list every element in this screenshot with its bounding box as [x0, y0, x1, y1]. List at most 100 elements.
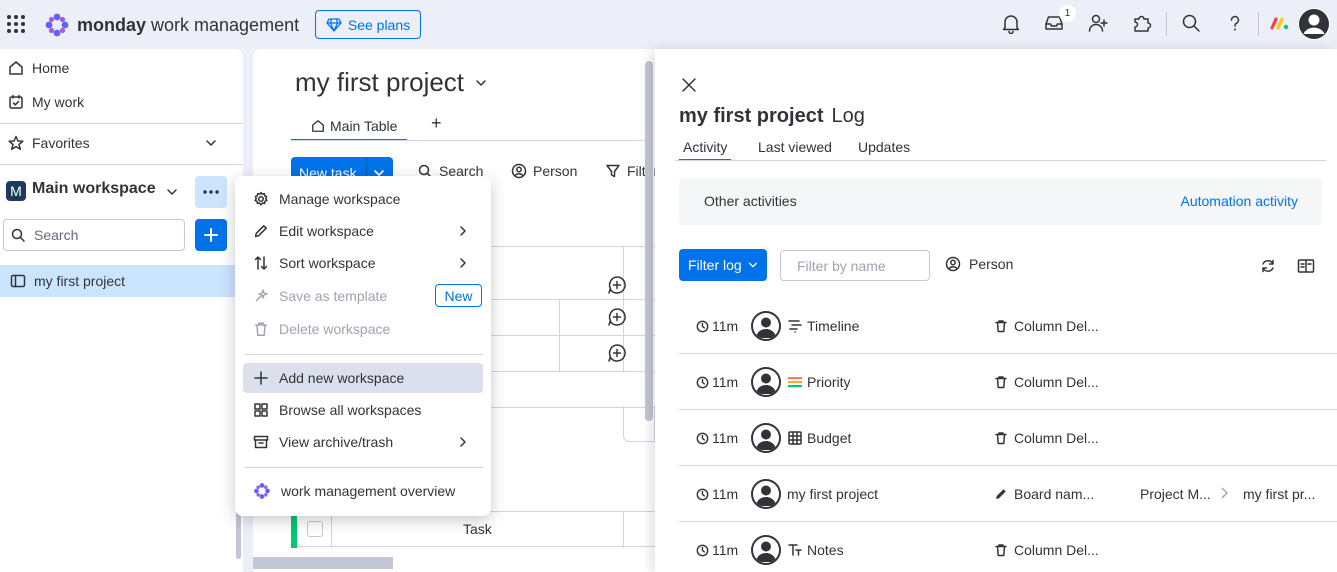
workspace-selector[interactable]: M	[6, 177, 26, 205]
workspace-chevron-down-icon[interactable]	[166, 186, 178, 198]
monday-logo-icon	[253, 482, 271, 500]
person-icon	[945, 256, 961, 272]
automation-activity-link[interactable]: Automation activity	[1181, 193, 1299, 209]
menu-item-label: Delete workspace	[279, 321, 391, 337]
menu-item-sort-workspace[interactable]: Sort workspace	[243, 248, 483, 278]
menu-item-delete-workspace[interactable]: Delete workspace	[243, 314, 483, 344]
help-icon[interactable]	[1224, 12, 1246, 34]
invite-members-icon[interactable]	[1087, 12, 1109, 34]
sidebar-search-input[interactable]: Search	[3, 219, 185, 251]
menu-item-label: Sort workspace	[279, 255, 376, 271]
menu-item-label: Edit workspace	[279, 223, 374, 239]
user-avatar[interactable]	[751, 535, 781, 565]
log-row[interactable]: 11m my first project Board nam... Projec…	[679, 466, 1337, 522]
apps-grid-icon[interactable]	[6, 14, 26, 34]
tab-updates[interactable]: Updates	[854, 139, 914, 161]
brand-product: work management	[151, 14, 300, 35]
log-time: 11m	[696, 430, 738, 446]
menu-item-label: View archive/trash	[279, 434, 394, 450]
table-col-divider	[331, 512, 332, 548]
user-avatar[interactable]	[751, 311, 781, 341]
menu-item-save-as-template[interactable]: Save as template New	[243, 281, 483, 311]
log-item-text: Priority	[807, 374, 851, 390]
user-avatar[interactable]	[751, 367, 781, 397]
board-horizontal-scrollbar[interactable]	[253, 557, 393, 569]
board-person-filter[interactable]: Person	[511, 163, 577, 179]
see-plans-button[interactable]: See plans	[315, 10, 421, 39]
archive-icon	[253, 434, 269, 450]
tab-main-table[interactable]: Main Table	[291, 113, 407, 141]
menu-item-browse-all-workspaces[interactable]: Browse all workspaces	[243, 395, 483, 425]
clock-icon	[696, 488, 709, 501]
sidebar-item-home[interactable]: Home	[8, 54, 69, 82]
diamond-icon	[326, 17, 342, 33]
tab-activity[interactable]: Activity	[679, 139, 732, 161]
log-row[interactable]: 11m Priority Column Del...	[679, 354, 1337, 410]
filter-by-name-input[interactable]: Filter by name	[780, 250, 930, 281]
filter-log-button[interactable]: Filter log	[679, 249, 767, 281]
row-checkbox[interactable]	[307, 521, 323, 537]
chevron-right-icon	[459, 436, 467, 448]
panel-title: my first project Log	[679, 105, 865, 128]
refresh-icon[interactable]	[1260, 258, 1276, 274]
user-avatar[interactable]	[751, 479, 781, 509]
activity-log-panel: my first project Log Activity Last viewe…	[655, 49, 1337, 572]
more-dots-icon	[202, 189, 220, 195]
apps-puzzle-icon[interactable]	[1131, 12, 1153, 34]
menu-item-add-new-workspace[interactable]: Add new workspace	[243, 363, 483, 393]
close-icon[interactable]	[681, 77, 697, 93]
search-placeholder: Search	[34, 227, 79, 243]
other-activities-tab[interactable]: Other activities	[704, 193, 797, 209]
table-row[interactable]: Task	[291, 511, 655, 548]
priority-column-icon	[787, 374, 803, 390]
log-action-text: Board nam...	[1014, 486, 1095, 502]
log-row[interactable]: 11m Timeline Column Del...	[679, 298, 1337, 354]
add-view-button[interactable]: +	[431, 113, 442, 134]
brand[interactable]: monday work management	[44, 12, 299, 38]
log-time: 11m	[696, 542, 738, 558]
star-icon	[8, 135, 24, 151]
log-row[interactable]: 11m Budget Column Del...	[679, 410, 1337, 466]
export-icon[interactable]	[1297, 258, 1315, 274]
board-title[interactable]: my first project	[295, 67, 488, 98]
notifications-bell-icon[interactable]	[1000, 12, 1022, 34]
search-icon[interactable]	[1180, 12, 1202, 34]
log-action: Column Del...	[994, 374, 1099, 390]
top-bar: monday work management See plans 1	[0, 0, 1337, 48]
plus-icon	[253, 370, 269, 386]
sidebar-item-board[interactable]: my first project	[0, 265, 236, 297]
person-filter-button[interactable]: Person	[945, 256, 1013, 272]
trash-icon	[994, 543, 1008, 557]
add-update-icon[interactable]	[607, 343, 627, 363]
menu-item-work-management-overview[interactable]: work management overview	[243, 476, 483, 506]
log-time: 11m	[696, 374, 738, 390]
table-col-divider	[559, 299, 560, 371]
workspace-name[interactable]: Main workspace	[32, 180, 156, 198]
add-update-icon[interactable]	[607, 307, 627, 327]
workspace-context-menu: Manage workspace Edit workspace Sort wor…	[235, 176, 491, 516]
user-avatar[interactable]	[1298, 8, 1330, 40]
sidebar-item-favorites[interactable]: Favorites	[8, 129, 228, 157]
workspace-more-button[interactable]	[195, 176, 227, 208]
menu-item-label: Save as template	[279, 288, 388, 304]
pencil-icon	[994, 487, 1008, 501]
gear-icon	[253, 191, 269, 207]
menu-item-view-archive-trash[interactable]: View archive/trash	[243, 427, 483, 457]
panel-board-name: my first project	[679, 105, 824, 127]
workspace-avatar: M	[6, 181, 26, 201]
add-update-icon[interactable]	[607, 275, 627, 295]
person-icon	[511, 163, 527, 179]
brand-name: monday	[77, 14, 147, 35]
sidebar-item-my-work[interactable]: My work	[8, 88, 84, 116]
menu-item-edit-workspace[interactable]: Edit workspace	[243, 216, 483, 246]
menu-item-manage-workspace[interactable]: Manage workspace	[243, 184, 483, 214]
add-item-button[interactable]	[195, 219, 227, 251]
user-avatar[interactable]	[751, 423, 781, 453]
sidebar-divider	[0, 123, 243, 124]
board-vertical-scrollbar[interactable]	[645, 61, 653, 421]
board-icon	[10, 273, 26, 289]
tab-last-viewed[interactable]: Last viewed	[754, 139, 836, 161]
log-action-text: Column Del...	[1014, 374, 1099, 390]
log-row[interactable]: 11m Notes Column Del...	[679, 522, 1337, 572]
monday-products-icon[interactable]	[1269, 12, 1291, 34]
